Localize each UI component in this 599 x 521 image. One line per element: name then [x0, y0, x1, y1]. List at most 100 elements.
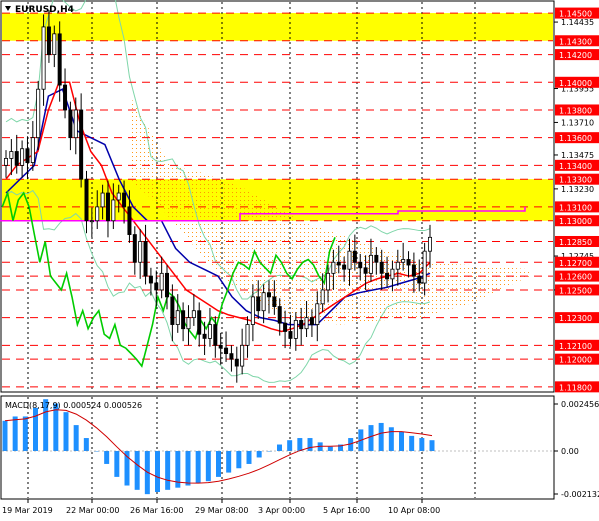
macd-bar	[399, 431, 404, 451]
candle-body-bull	[159, 272, 164, 291]
macd-bar	[419, 438, 425, 451]
candle-body-bear	[266, 292, 271, 298]
candle-body-bear	[14, 151, 19, 166]
price-tick-label: 1.14435	[561, 18, 594, 27]
candle-body-bull	[41, 26, 46, 90]
level-tag-label: 1.14500	[559, 10, 592, 19]
level-tag-label: 1.13400	[559, 162, 592, 171]
candle-body-bear	[84, 178, 89, 222]
macd-bar	[226, 450, 232, 473]
candle-body-bull	[191, 310, 196, 319]
level-tag-label: 1.12100	[559, 342, 592, 351]
macd-bar	[388, 427, 394, 451]
candle-body-bear	[229, 353, 234, 360]
time-label: 5 Apr 16:00	[323, 506, 370, 515]
candle-body-bull	[331, 261, 336, 274]
time-label: 3 Apr 00:00	[258, 506, 305, 515]
level-tag-label: 1.13800	[559, 106, 592, 115]
candle-body-bear	[143, 241, 148, 277]
candle-body-bull	[9, 151, 14, 159]
candle-body-bull	[4, 158, 9, 166]
macd-tick-label: 0.002456	[561, 400, 599, 409]
macd-bar	[246, 450, 252, 464]
macd-bar	[12, 416, 18, 451]
candle-body-bull	[320, 289, 325, 305]
candle-body-bull	[207, 324, 212, 339]
candle-body-bear	[57, 33, 62, 86]
macd-label: MACD(8,17,9) 0.000524 0.000526	[5, 401, 142, 410]
macd-bar	[33, 407, 38, 451]
candle-body-bear	[288, 331, 293, 339]
candle-body-bull	[390, 268, 395, 280]
candle-body-bear	[79, 109, 84, 180]
macd-bar	[73, 425, 79, 451]
level-tag-label: 1.13000	[559, 217, 592, 226]
macd-bar	[236, 450, 242, 469]
candle-body-bear	[197, 310, 202, 335]
macd-bar	[378, 422, 384, 451]
candle-body-bull	[138, 241, 143, 263]
macd-bar	[63, 412, 69, 451]
macd-bar	[22, 416, 28, 451]
time-axis: 19 Mar 2019 22 Mar 00:00 26 Mar 16:00 29 Ma…	[2, 499, 440, 515]
candle-body-bull	[326, 272, 331, 291]
candle-body-bull	[36, 88, 41, 139]
candle-body-bull	[95, 206, 100, 222]
candle-body-bull	[422, 250, 427, 284]
candle-body-bull	[73, 109, 78, 139]
macd-bar	[114, 450, 120, 477]
macd-tick-label: -0.002132	[561, 490, 599, 499]
level-tag-label: 1.12500	[559, 286, 592, 295]
candle-body-bull	[293, 319, 298, 339]
candle-body-bear	[309, 317, 314, 325]
candle-body-bull	[245, 324, 250, 346]
candle-body-bull	[368, 254, 373, 274]
macd-bar	[185, 450, 191, 486]
macd-bar	[297, 438, 303, 451]
candle-body-bull	[304, 317, 309, 330]
macd-bar	[134, 450, 140, 490]
candle-body-bear	[46, 26, 51, 56]
macd-bar	[155, 450, 160, 492]
candle-body-bear	[358, 261, 363, 269]
macd-bar	[256, 450, 262, 458]
level-tag-label: 1.12700	[559, 259, 592, 268]
candle-body-bear	[342, 264, 347, 270]
candle-body-bear	[68, 109, 73, 139]
candle-body-bull	[89, 220, 94, 223]
candle-body-bear	[105, 192, 110, 222]
time-label: 26 Mar 16:00	[130, 506, 183, 515]
level-tag-label: 1.12000	[559, 356, 592, 365]
candle-body-bear	[256, 296, 261, 312]
level-tag-label: 1.12850	[559, 238, 592, 247]
level-tag-label: 1.14300	[559, 37, 592, 46]
candle-body-bear	[224, 347, 229, 355]
macd-bar	[368, 425, 374, 451]
macd-bar	[2, 420, 8, 451]
price-tick-label: 1.13475	[561, 151, 594, 160]
macd-axis-labels: 0.002456 0.00 -0.002132	[554, 400, 599, 499]
macd-bar	[83, 438, 89, 451]
candle-body-bull	[116, 192, 121, 201]
candle-body-bull	[20, 148, 25, 166]
candle-body-bull	[186, 317, 191, 330]
candle-body-bull	[347, 250, 352, 270]
level-tag-label: 1.14000	[559, 79, 592, 88]
candle-body-bear	[132, 234, 137, 263]
candle-body-bear	[352, 250, 357, 263]
candle-body-bear	[417, 275, 422, 284]
time-label: 19 Mar 2019	[2, 506, 53, 515]
candle-body-bear	[277, 306, 282, 324]
candle-body-bear	[127, 206, 132, 235]
level-tag-label: 1.11800	[559, 383, 592, 392]
candle-body-bull	[175, 310, 180, 325]
time-label: 10 Apr 08:00	[388, 506, 440, 515]
candle-body-bull	[250, 296, 255, 325]
candle-body-bull	[427, 236, 432, 252]
candle-body-bear	[213, 324, 218, 346]
candle-body-bull	[315, 303, 320, 325]
macd-bar	[429, 440, 435, 451]
candle-body-bull	[100, 192, 105, 208]
candle-body-bear	[272, 296, 277, 307]
candle-body-bear	[411, 264, 416, 277]
